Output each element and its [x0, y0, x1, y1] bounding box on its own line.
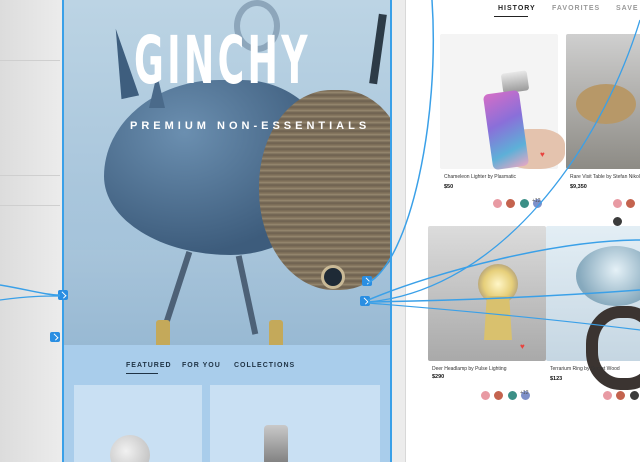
prototype-links — [0, 0, 640, 331]
link-curve — [0, 284, 61, 296]
link-curve — [0, 295, 61, 301]
link-curve — [367, 289, 640, 303]
link-curve — [367, 19, 640, 303]
link-curve — [367, 0, 435, 284]
link-curve — [367, 239, 640, 301]
link-curve — [367, 302, 640, 331]
